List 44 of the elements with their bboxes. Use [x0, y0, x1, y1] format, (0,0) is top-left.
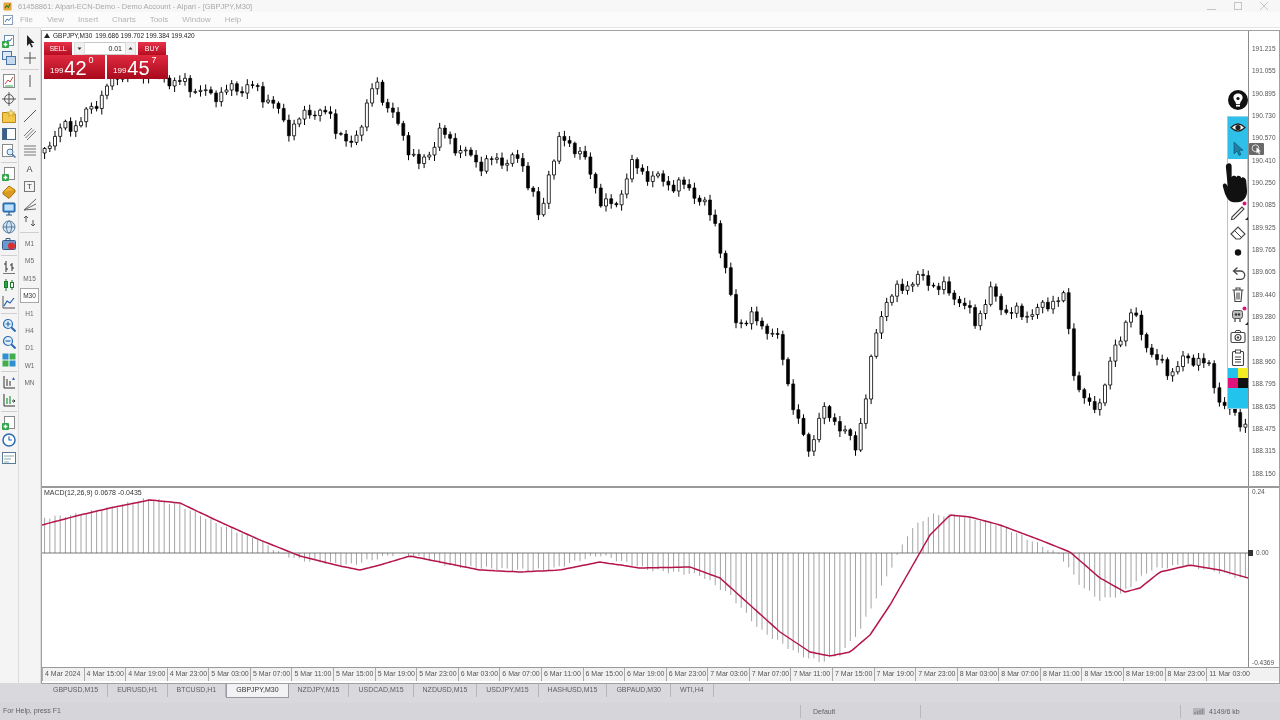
color-swatch-icon[interactable]: [1237, 368, 1248, 378]
trendline-icon[interactable]: [22, 109, 37, 124]
bar-chart-icon[interactable]: [2, 259, 16, 274]
doc-chart-icon[interactable]: [2, 74, 16, 88]
briefcase-icon[interactable]: [2, 237, 16, 252]
doc-magnifier-icon[interactable]: [2, 144, 16, 159]
autoscroll-icon[interactable]: [2, 393, 16, 408]
fan-lines-icon[interactable]: [22, 196, 37, 211]
folder-star-icon[interactable]: [2, 109, 16, 124]
hand-cursor-icon: [1222, 161, 1249, 205]
panel-window-icon[interactable]: [2, 126, 16, 141]
windows-icon[interactable]: [2, 51, 16, 66]
app-icon: [3, 1, 12, 11]
color-swatch-icon[interactable]: [1227, 378, 1238, 388]
doc-plus-icon[interactable]: [2, 166, 16, 181]
zoom-out-icon[interactable]: [2, 335, 16, 350]
level-marker-icon: [1248, 550, 1253, 556]
text-tool-button[interactable]: A: [21, 161, 38, 176]
template-icon[interactable]: [2, 450, 16, 465]
arrows-icon[interactable]: [22, 214, 37, 229]
color-swatch-icon[interactable]: [1227, 368, 1238, 378]
doc-plus-icon[interactable]: [2, 415, 16, 430]
line-chart-icon[interactable]: [2, 295, 16, 310]
globe-icon[interactable]: [2, 219, 16, 234]
chart-window-icon[interactable]: [3, 14, 13, 25]
chart-shift-icon[interactable]: [2, 375, 16, 390]
lightbulb-icon[interactable]: [1227, 90, 1248, 110]
chart-plus-icon[interactable]: [2, 33, 16, 48]
eye-icon[interactable]: [1227, 117, 1248, 138]
cursor-click-icon[interactable]: [1249, 143, 1264, 155]
clock-icon[interactable]: [2, 433, 16, 448]
caret-up-icon[interactable]: [125, 42, 136, 55]
candlestick-icon[interactable]: [2, 277, 16, 292]
diamond-icon[interactable]: [2, 184, 16, 199]
triangle-up-icon[interactable]: [44, 33, 50, 39]
caret-down-icon[interactable]: [74, 42, 85, 55]
target-icon[interactable]: [2, 91, 16, 106]
tiles-icon[interactable]: [2, 352, 16, 367]
zoom-in-icon[interactable]: [2, 317, 16, 332]
monitor-icon[interactable]: [2, 202, 16, 217]
connection-bars-icon: [1193, 708, 1205, 715]
color-swatch-icon[interactable]: [1237, 378, 1248, 388]
channel-icon[interactable]: [22, 126, 37, 141]
text-label-tool-button[interactable]: T: [24, 180, 35, 192]
